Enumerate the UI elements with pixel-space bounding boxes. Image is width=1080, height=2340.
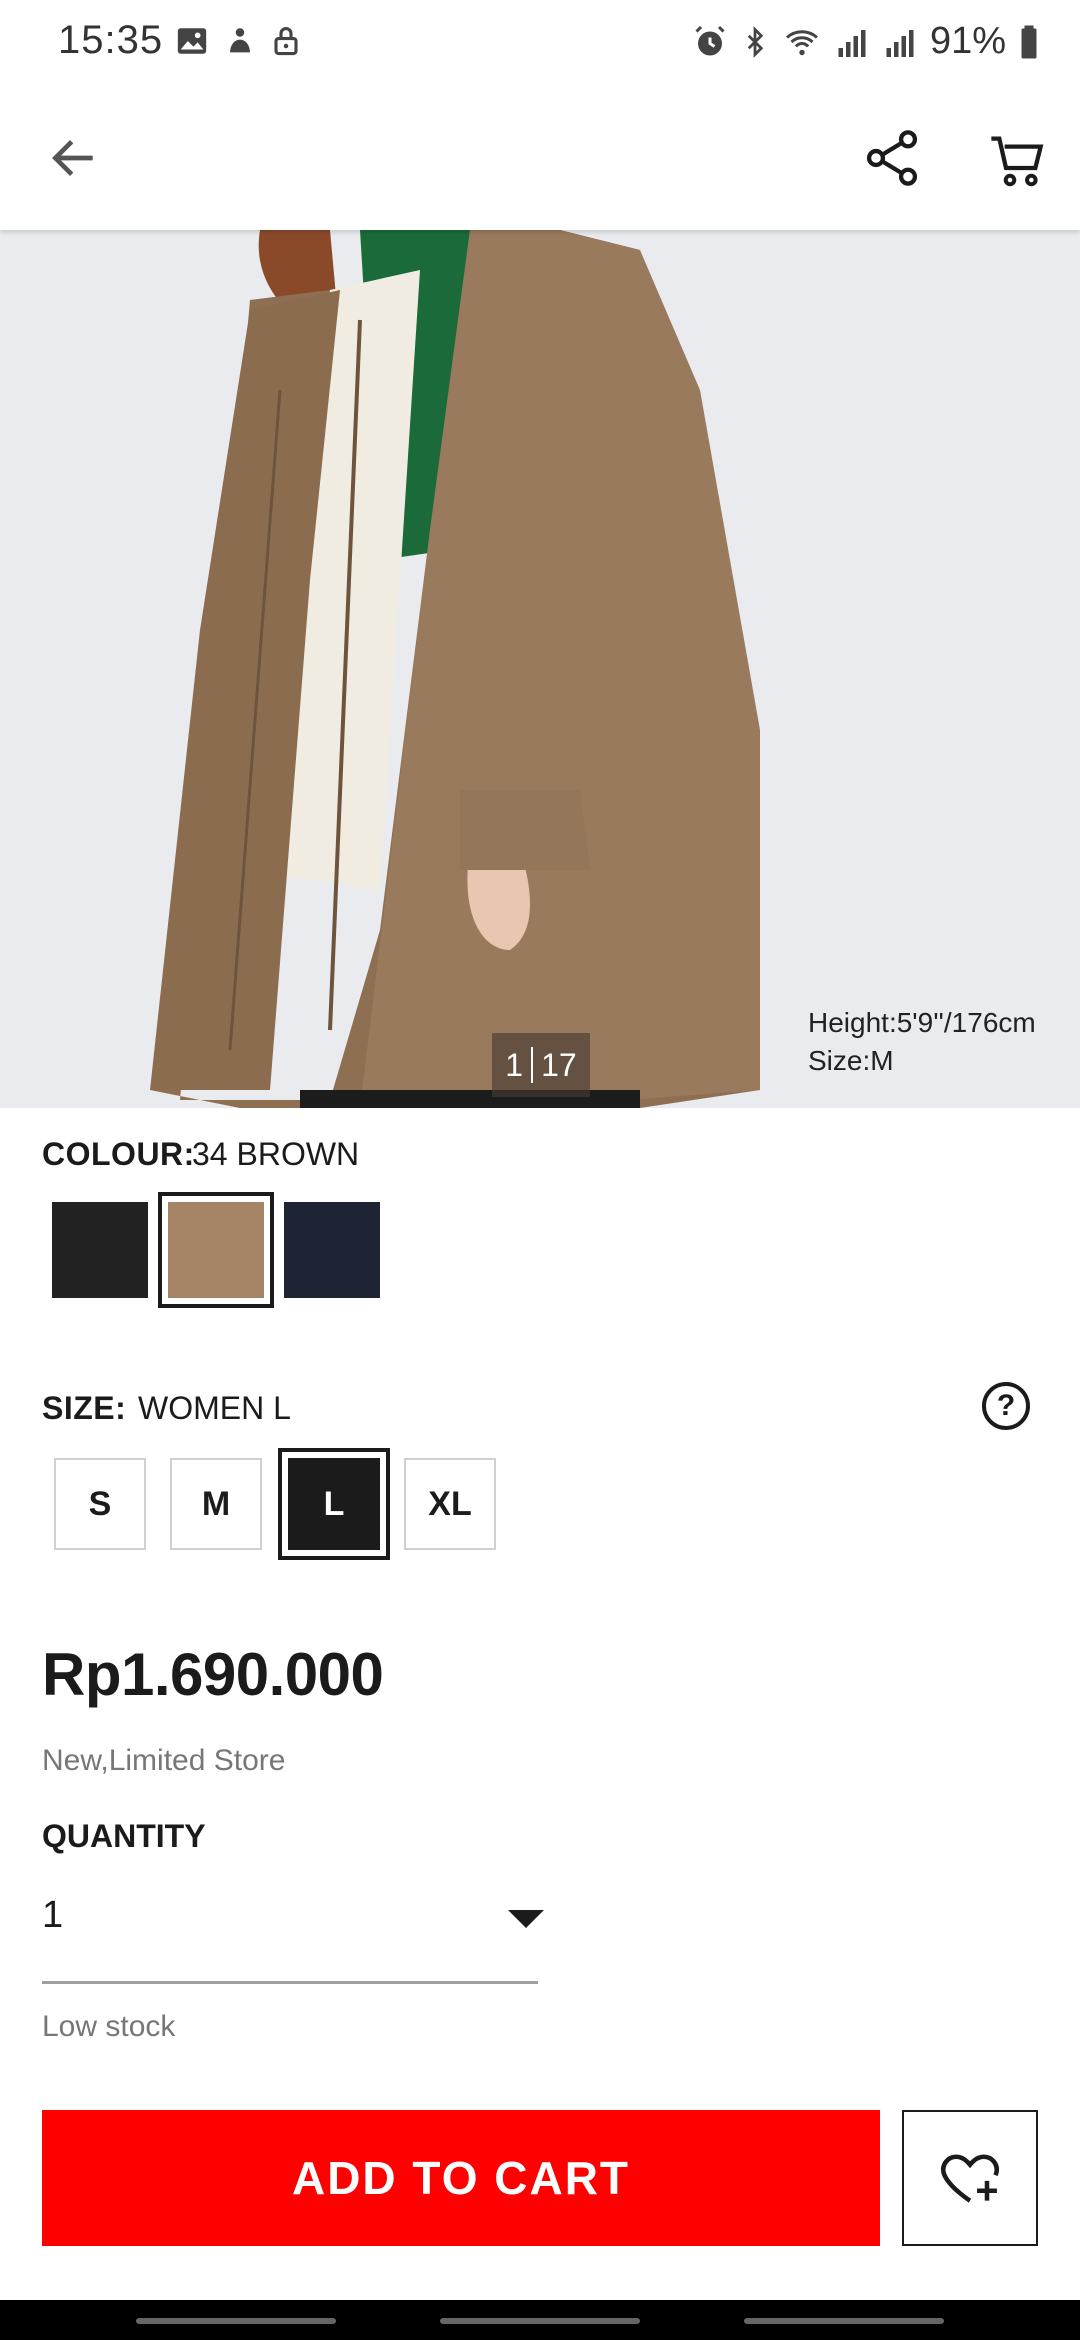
heart-plus-icon — [941, 2154, 999, 2203]
question-circle-icon: ? — [996, 1389, 1016, 1422]
nav-home-handle[interactable] — [440, 2318, 640, 2324]
bluetooth-icon — [747, 25, 764, 58]
signal-icon — [838, 29, 866, 57]
back-button[interactable] — [46, 130, 102, 186]
product-image[interactable] — [0, 230, 1080, 1108]
image-counter-divider — [531, 1047, 534, 1083]
app-bar — [0, 86, 1080, 230]
quantity-select[interactable]: 1 — [42, 1888, 544, 1984]
quantity-label: QUANTITY — [42, 1818, 206, 1854]
colour-swatch-brown-fill — [168, 1202, 264, 1298]
product-price: Rp1.690.000 — [42, 1641, 384, 1708]
status-left-icons — [175, 24, 301, 58]
battery-percent: 91% — [929, 20, 1006, 62]
size-guide-button[interactable]: ? — [982, 1382, 1030, 1430]
app-notification-icon — [230, 28, 250, 53]
model-size: Size:M — [808, 1045, 894, 1076]
lock-icon — [274, 27, 298, 56]
colour-swatch-black[interactable] — [52, 1202, 148, 1298]
cart-button[interactable] — [986, 128, 1050, 192]
size-option-s[interactable]: S — [54, 1458, 146, 1550]
size-option-l[interactable]: L — [278, 1448, 390, 1560]
status-right-icons: 91% — [692, 20, 1040, 63]
image-counter: 1 17 — [492, 1033, 590, 1097]
wifi-icon — [785, 29, 818, 55]
size-selected-value: WOMEN L — [138, 1390, 291, 1426]
share-button[interactable] — [860, 126, 924, 190]
colour-swatch-navy[interactable] — [284, 1202, 380, 1298]
system-nav-bar — [0, 2300, 1080, 2340]
arrow-left-icon — [52, 140, 93, 176]
image-counter-current: 1 — [505, 1046, 524, 1083]
stock-status: Low stock — [42, 2010, 176, 2043]
colour-label: COLOUR: — [42, 1136, 195, 1172]
nav-back-handle[interactable] — [744, 2318, 944, 2324]
quantity-value: 1 — [42, 1894, 64, 1936]
alarm-icon — [695, 25, 725, 55]
wishlist-button[interactable] — [902, 2110, 1038, 2246]
size-option-m[interactable]: M — [170, 1458, 262, 1550]
nav-recent-handle[interactable] — [136, 2318, 336, 2324]
size-label: SIZE: — [42, 1390, 127, 1426]
dropdown-arrow-icon — [508, 1910, 544, 1928]
product-photo — [0, 230, 1080, 1108]
product-tags: New,Limited Store — [42, 1744, 286, 1777]
battery-icon — [1021, 25, 1037, 58]
colour-swatch-brown[interactable] — [158, 1192, 274, 1308]
add-to-cart-button[interactable]: ADD TO CART — [42, 2110, 880, 2246]
signal-2-icon — [886, 29, 914, 57]
colour-selected-value: 34 BROWN — [192, 1136, 360, 1172]
model-info: Height:5'9''/176cm Size:M — [808, 1004, 1036, 1080]
model-height: Height:5'9''/176cm — [808, 1007, 1036, 1038]
gallery-icon — [177, 28, 207, 54]
status-time: 15:35 — [58, 18, 164, 62]
image-counter-total: 17 — [541, 1046, 577, 1083]
size-option-xl[interactable]: XL — [404, 1458, 496, 1550]
shopping-cart-icon — [991, 136, 1044, 187]
status-bar: 15:35 91% — [0, 0, 1080, 86]
share-icon — [866, 130, 918, 186]
